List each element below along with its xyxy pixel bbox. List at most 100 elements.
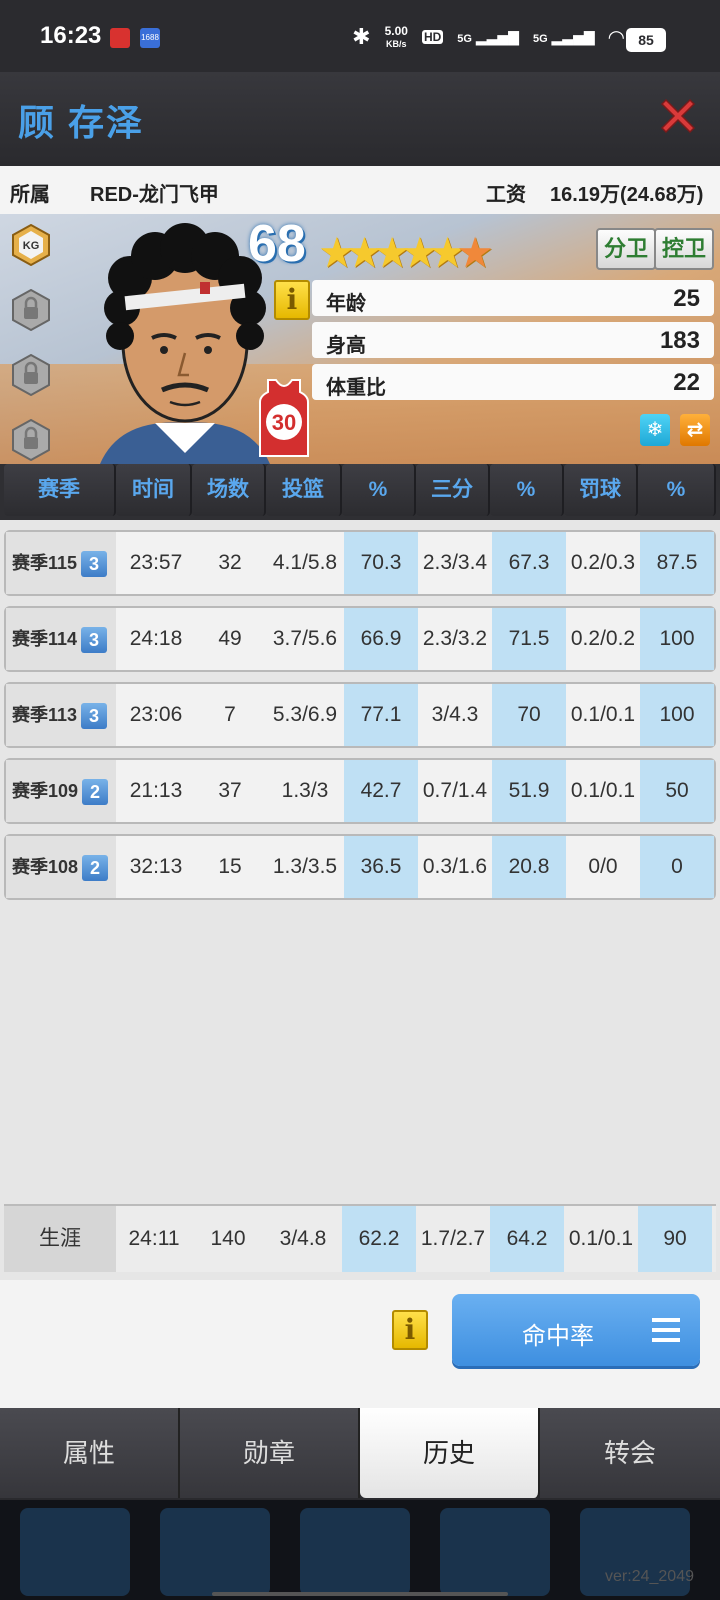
time-cell: 21:13 [129,779,183,802]
fg-cell: 1.3/3 [281,779,329,802]
fg-pct-cell: 77.1 [344,684,418,746]
signal-icon-2: 5G ▂▃▅▇ [532,28,595,45]
three-cell: 0.3/1.6 [422,855,488,878]
time-cell: 23:06 [129,703,183,726]
level-badge: 3 [81,703,108,730]
games-cell: 37 [218,779,242,802]
ft-pct-cell: 0 [640,836,714,898]
app-notification-icon [110,28,130,48]
stat-value: 22 [673,369,700,396]
signal-1-label: 5G [457,32,472,45]
tab-history[interactable]: 历史 [360,1408,540,1498]
stat-row-age: 年龄 25 [312,280,714,316]
star-rating: ★★★★★★ [318,229,494,276]
tab-attributes[interactable]: 属性 [0,1408,180,1498]
three-pct-cell: 67.3 [492,532,566,594]
fg-cell: 4.1/5.8 [272,551,338,574]
column-header: 三分 [416,464,490,516]
ft-cell: 0.2/0.3 [570,551,636,574]
time-cell: 32:13 [129,855,183,878]
level-badge: 2 [82,855,109,882]
badge-column: KG [12,223,52,464]
table-row[interactable]: 赛季114 3 24:18 49 3.7/5.6 66.9 2.3/3.2 71.… [4,606,716,672]
stat-value: 25 [673,285,700,312]
table-row[interactable]: 赛季109 2 21:13 37 1.3/3 42.7 0.7/1.4 51.9 … [4,758,716,824]
info-icon[interactable]: i [392,1310,428,1350]
column-header: 时间 [116,464,192,516]
lock-icon[interactable] [12,353,50,397]
three-pct-cell: 51.9 [492,760,566,822]
signal-2-label: 5G [532,32,548,45]
player-card: KG 68 ★★★★★★ 分卫 控卫 i 年龄 25 身高 183 体重比 22… [0,214,720,464]
stat-value: 183 [659,327,700,354]
season-cell: 赛季113 3 [6,684,116,746]
nav-match-icon[interactable] [440,1508,550,1596]
column-header: % [342,464,416,516]
table-row[interactable]: 赛季108 2 32:13 15 1.3/3.5 36.5 0.3/1.6 20.… [4,834,716,900]
wifi-icon: ◠ [608,26,624,49]
kg-badge-label: KG [23,240,40,252]
games-cell: 140 [210,1227,246,1250]
career-row: 生涯 24:11 140 3/4.8 62.2 1.7/2.7 64.2 0.1… [4,1204,716,1272]
ft-cell: 0.1/0.1 [570,779,636,802]
close-icon[interactable] [656,94,700,138]
time-cell: 24:18 [129,627,183,650]
column-header: % [490,464,564,516]
status-icons: ✱ 5.00 KB/s HD 5G ▂▃▅▇ 5G ▂▃▅▇ ◠ [352,24,624,50]
swap-icon[interactable]: ⇄ [680,414,710,446]
position-tag[interactable]: 分卫 [596,228,657,270]
tab-transfer[interactable]: 转会 [540,1408,720,1498]
season-label: 赛季113 [12,705,78,725]
menu-icon [652,1318,680,1342]
snowflake-icon[interactable]: ❄ [640,414,670,446]
table-row[interactable]: 赛季113 3 23:06 7 5.3/6.9 77.1 3/4.3 70 0.1… [4,682,716,748]
ft-cell: 0.1/0.1 [570,703,636,726]
three-cell: 0.7/1.4 [422,779,488,802]
ft-cell: 0/0 [588,855,618,878]
bottom-tabs: 属性 勋章 历史 转会 [0,1408,720,1500]
fg-pct-cell: 42.7 [344,760,418,822]
player-name: 顾 存泽 [18,102,145,143]
three-pct-cell: 64.2 [490,1206,564,1272]
hit-rate-button[interactable]: 命中率 [452,1294,700,1366]
info-icon[interactable]: i [274,280,310,320]
season-label: 赛季115 [12,553,78,573]
kg-badge-icon[interactable]: KG [12,223,50,267]
fg-cell: 1.3/3.5 [272,855,338,878]
season-cell: 赛季115 3 [6,532,116,594]
three-pct-cell: 71.5 [492,608,566,670]
lock-icon[interactable] [12,288,50,332]
position-tag[interactable]: 控卫 [654,228,715,270]
hd-icon: HD [421,30,444,44]
table-row[interactable]: 赛季115 3 23:57 32 4.1/5.8 70.3 2.3/3.4 67.… [4,530,716,596]
fg-cell: 3.7/5.6 [272,627,338,650]
tab-badges[interactable]: 勋章 [180,1408,360,1498]
home-indicator[interactable] [212,1592,508,1596]
season-cell: 赛季109 2 [6,760,116,822]
nav-roster-icon[interactable] [300,1508,410,1596]
hit-rate-label: 命中率 [522,1323,594,1350]
three-cell: 1.7/2.7 [420,1227,486,1250]
fg-cell: 5.3/6.9 [272,703,338,726]
season-cell: 赛季114 3 [6,608,116,670]
level-badge: 3 [81,551,108,578]
player-rating: 68 [248,215,306,273]
nav-team-icon[interactable] [20,1508,130,1596]
stat-label: 体重比 [326,377,386,399]
status-time: 16:23 [40,22,102,49]
action-panel: i 命中率 [0,1280,720,1408]
ft-cell: 0.2/0.2 [570,627,636,650]
ft-pct-cell: 50 [640,760,714,822]
three-cell: 3/4.3 [431,703,479,726]
version-label: ver:24_2049 [605,1568,694,1585]
ft-pct-cell: 90 [638,1206,712,1272]
column-header: 场数 [192,464,266,516]
status-bar: 16:23 1688 ✱ 5.00 KB/s HD 5G ▂▃▅▇ 5G ▂▃▅… [0,0,720,72]
title-bar: 顾 存泽 [0,72,720,166]
team-salary-bar: 所属 RED-龙门飞甲 工资 16.19万(24.68万) [0,166,720,216]
nav-finance-icon[interactable] [160,1508,270,1596]
level-badge: 2 [82,779,109,806]
season-label: 赛季114 [12,629,78,649]
stat-label: 年龄 [326,293,366,315]
lock-icon[interactable] [12,418,50,462]
